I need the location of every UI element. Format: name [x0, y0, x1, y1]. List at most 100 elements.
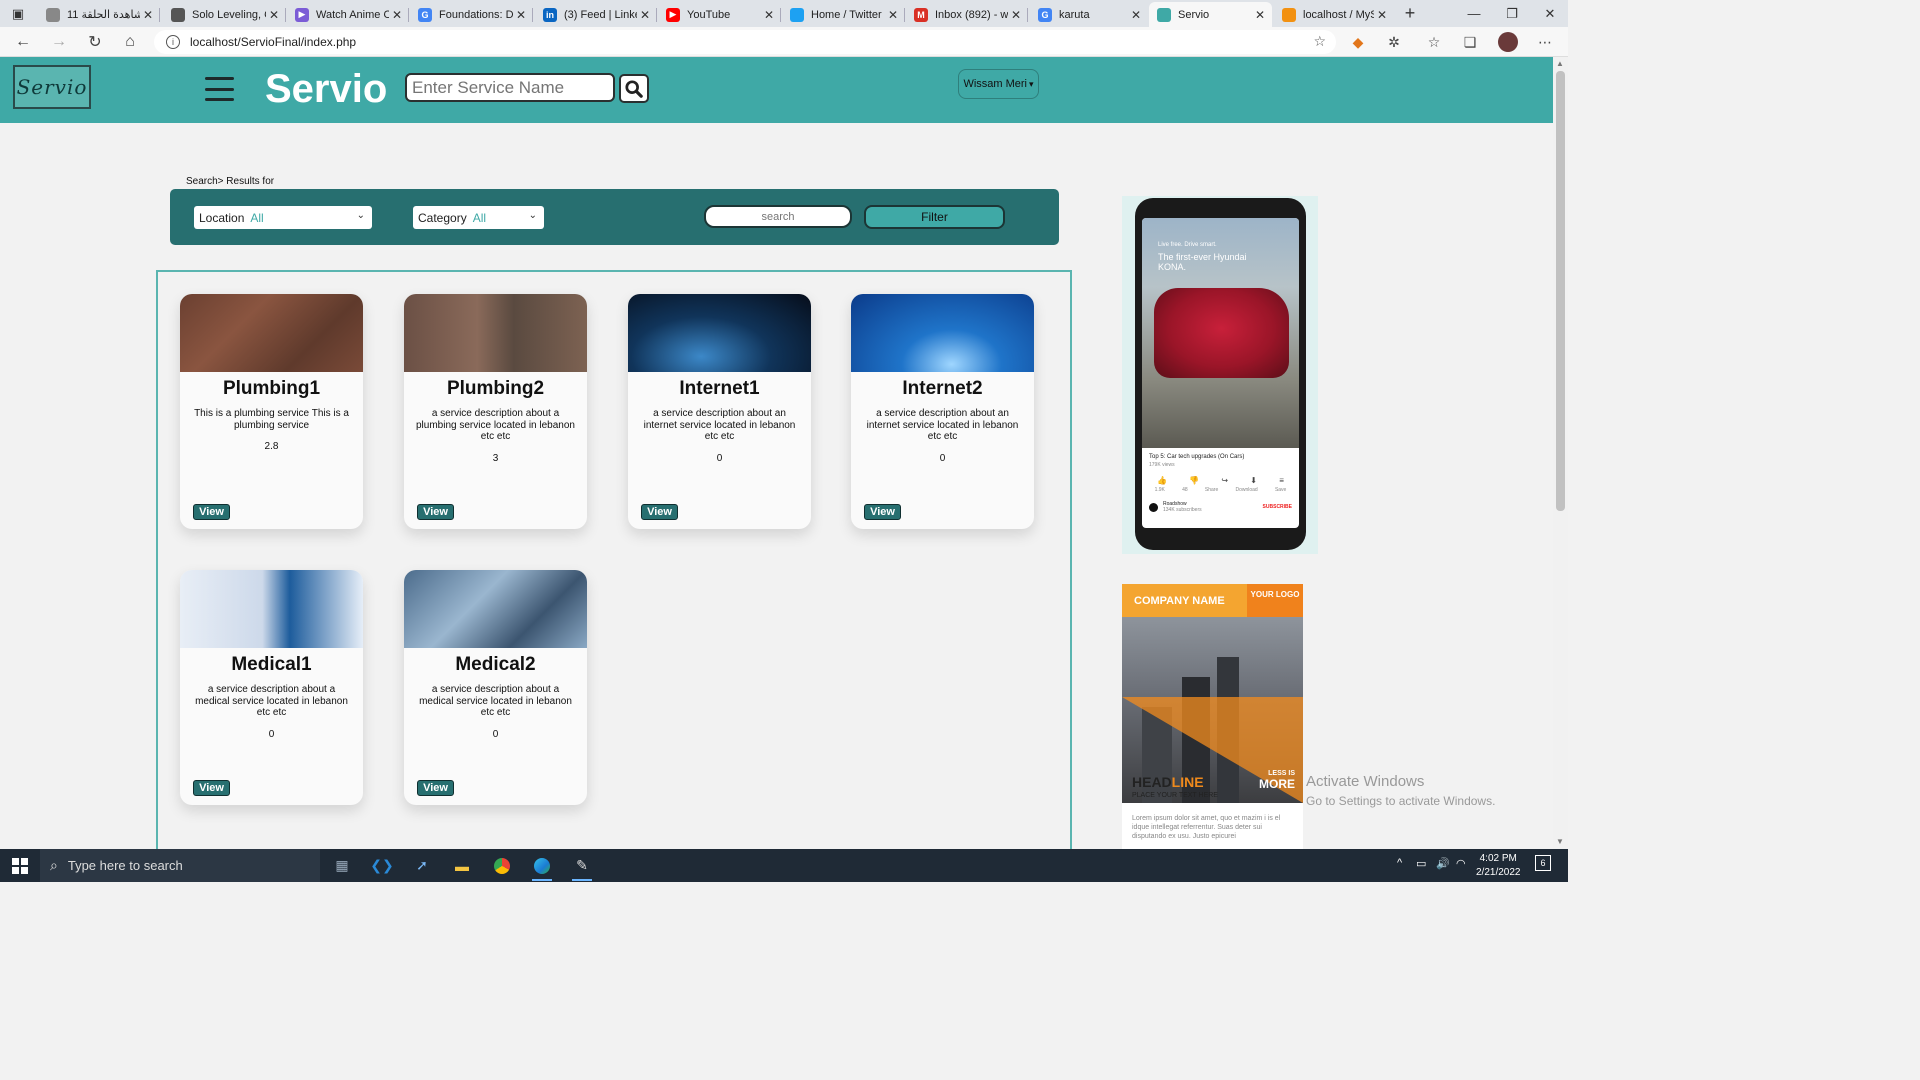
taskbar-clock[interactable]: 4:02 PM 2/21/2022	[1476, 852, 1521, 880]
tab-11[interactable]: localhost / MyS ✕	[1274, 2, 1394, 27]
phpmyadmin-icon	[1282, 7, 1296, 22]
close-icon[interactable]: ✕	[266, 8, 282, 22]
close-icon[interactable]: ✕	[1008, 8, 1024, 22]
view-button[interactable]: View	[417, 780, 454, 796]
close-icon[interactable]: ✕	[761, 8, 777, 22]
reload-icon[interactable]: ↻	[84, 32, 106, 52]
service-card: Medical2 a service description about a m…	[404, 570, 587, 805]
collections-icon[interactable]: ❏	[1459, 32, 1481, 52]
close-icon[interactable]: ✕	[389, 8, 405, 22]
close-icon[interactable]: ✕	[885, 8, 901, 22]
menu-icon[interactable]	[205, 77, 234, 101]
tray-chevron-icon[interactable]: ^	[1397, 857, 1402, 869]
service-rating: 0	[716, 452, 723, 464]
chrome-icon[interactable]	[488, 853, 516, 878]
info-icon[interactable]: i	[166, 35, 180, 49]
tab-7[interactable]: Home / Twitter ✕	[782, 2, 905, 27]
tab-1[interactable]: مشاهدة الحلقة 11 ✕	[38, 2, 160, 27]
service-card: Internet2 a service description about an…	[851, 294, 1034, 529]
car-image	[1154, 288, 1289, 378]
window-close-icon[interactable]: ✕	[1532, 0, 1568, 27]
metamask-icon[interactable]: ◆	[1347, 32, 1369, 52]
page-icon	[1157, 7, 1171, 22]
video-actions: 👍 👎 ↪ ⬇ ≡	[1142, 468, 1299, 485]
tab-8[interactable]: M Inbox (892) - wi ✕	[906, 2, 1028, 27]
app-icon[interactable]: ➚	[408, 853, 436, 878]
back-icon[interactable]: ←	[12, 32, 34, 52]
youtube-icon: ▶	[666, 7, 680, 22]
phone-ad[interactable]: Live free. Drive smart. The first-ever H…	[1122, 196, 1318, 554]
site-brand: Servio	[265, 67, 388, 111]
like-icon: 👍	[1157, 476, 1168, 485]
battery-icon[interactable]: ▭	[1416, 857, 1426, 870]
chevron-down-icon: ⌄	[528, 210, 537, 221]
paint-icon[interactable]: ✎	[568, 853, 596, 881]
scroll-up-icon[interactable]: ▲	[1556, 59, 1564, 68]
minimize-icon[interactable]: —	[1456, 0, 1492, 27]
shield-icon	[171, 7, 185, 22]
start-button[interactable]	[0, 849, 40, 882]
favorites-icon[interactable]: ☆	[1423, 32, 1445, 52]
tab-servio[interactable]: Servio ✕	[1149, 2, 1272, 27]
site-logo[interactable]: Servio	[13, 65, 91, 109]
service-image	[628, 294, 811, 372]
page-scrollbar[interactable]: ▲ ▼	[1553, 57, 1568, 849]
ad-headline: HEADLINE	[1132, 774, 1204, 790]
tab-2[interactable]: Solo Leveling, C ✕	[163, 2, 286, 27]
notifications-icon[interactable]: 6	[1535, 855, 1551, 871]
more-icon[interactable]: ⋯	[1534, 32, 1556, 52]
filter-bar: Location All ⌄ Category All ⌄ Filter	[170, 189, 1059, 245]
tab-3[interactable]: ▶ Watch Anime O ✕	[287, 2, 409, 27]
dislike-icon: 👎	[1189, 476, 1200, 485]
view-button[interactable]: View	[417, 504, 454, 520]
tab-actions-icon[interactable]: ▣	[0, 0, 36, 27]
vscode-icon[interactable]: ❮❯	[368, 853, 396, 878]
tab-4[interactable]: G Foundations: D ✕	[410, 2, 533, 27]
view-button[interactable]: View	[193, 504, 230, 520]
home-icon[interactable]: ⌂	[119, 32, 141, 52]
volume-icon[interactable]: 🔊	[1436, 857, 1450, 870]
close-icon[interactable]: ✕	[1128, 8, 1144, 22]
service-image	[180, 294, 363, 372]
search-button[interactable]	[619, 74, 649, 103]
service-title: Plumbing2	[446, 378, 545, 399]
wifi-icon[interactable]: ◠	[1456, 857, 1466, 870]
user-menu-button[interactable]: Wissam Meri ▾	[958, 69, 1039, 99]
edge-icon[interactable]	[528, 853, 556, 881]
favorite-star-icon[interactable]: ☆	[1313, 33, 1326, 50]
chevron-down-icon: ⌄	[356, 210, 365, 221]
close-icon[interactable]: ✕	[637, 8, 653, 22]
address-bar[interactable]: i localhost/ServioFinal/index.php ☆	[154, 30, 1336, 54]
close-icon[interactable]: ✕	[513, 8, 529, 22]
category-select[interactable]: Category All ⌄	[413, 206, 544, 229]
profile-avatar[interactable]	[1497, 32, 1519, 52]
close-icon[interactable]: ✕	[1374, 8, 1390, 22]
calculator-icon[interactable]: ▦	[328, 853, 356, 878]
tab-9[interactable]: G karuta ✕	[1030, 2, 1148, 27]
view-button[interactable]: View	[864, 504, 901, 520]
file-explorer-icon[interactable]: ▬	[448, 853, 476, 878]
scrollbar-thumb[interactable]	[1556, 71, 1565, 511]
url-text: localhost/ServioFinal/index.php	[190, 35, 357, 49]
view-button[interactable]: View	[641, 504, 678, 520]
location-select[interactable]: Location All ⌄	[194, 206, 372, 229]
extensions-icon[interactable]: ✲	[1383, 32, 1405, 52]
taskbar-search[interactable]: ⌕ Type here to search	[40, 849, 320, 882]
view-button[interactable]: View	[193, 780, 230, 796]
restore-icon[interactable]: ❐	[1494, 0, 1530, 27]
filter-button[interactable]: Filter	[864, 205, 1005, 229]
company-ad[interactable]: COMPANY NAME YOUR LOGO HEADLINE PLACE YO…	[1122, 584, 1303, 849]
forward-icon[interactable]: →	[48, 32, 70, 52]
service-search-input[interactable]	[405, 73, 615, 102]
close-icon[interactable]: ✕	[1252, 8, 1268, 22]
scroll-down-icon[interactable]: ▼	[1556, 837, 1564, 846]
chevron-down-icon: ▾	[1029, 78, 1034, 89]
download-icon: ⬇	[1250, 476, 1257, 485]
service-rating: 0	[492, 728, 499, 740]
tab-6[interactable]: ▶ YouTube ✕	[658, 2, 781, 27]
tab-5[interactable]: in (3) Feed | Linke ✕	[535, 2, 657, 27]
new-tab-icon[interactable]: +	[1392, 0, 1428, 27]
filter-search-input[interactable]	[704, 205, 852, 228]
close-icon[interactable]: ✕	[140, 8, 156, 22]
google-icon: G	[418, 7, 432, 22]
